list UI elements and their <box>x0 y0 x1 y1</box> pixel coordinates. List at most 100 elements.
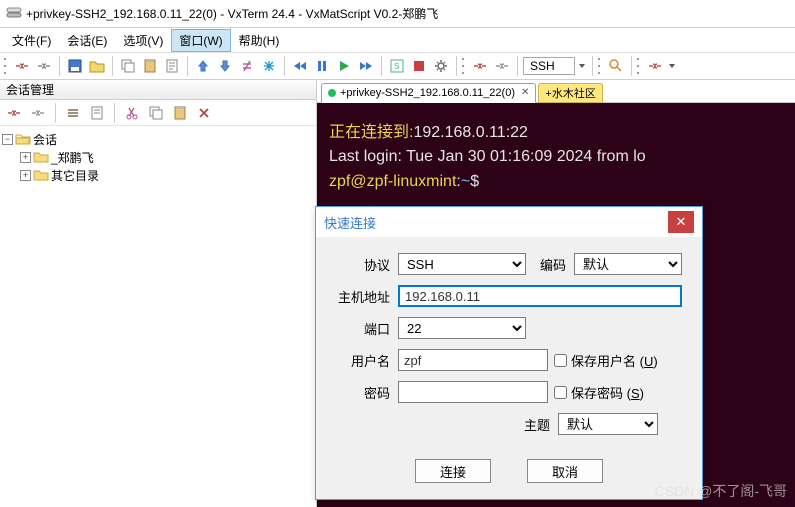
label-user: 用户名 <box>330 351 398 370</box>
copy-icon[interactable] <box>146 104 166 122</box>
menu-options[interactable]: 选项(V) <box>115 29 171 52</box>
label-host: 主机地址 <box>330 287 398 306</box>
stop-icon[interactable] <box>409 56 429 76</box>
tab-other[interactable]: +水木社区 <box>538 83 602 103</box>
port-select[interactable]: 22 <box>398 317 526 339</box>
grip-handle[interactable] <box>462 56 466 76</box>
grip-handle[interactable] <box>598 56 602 76</box>
grip-handle[interactable] <box>4 56 8 76</box>
tree-root[interactable]: − 会话 <box>2 130 314 148</box>
dropdown-arrow-icon[interactable] <box>667 61 677 71</box>
terminal-prompt-path: ~ <box>461 173 470 190</box>
play-icon[interactable] <box>334 56 354 76</box>
save-password-checkbox[interactable]: 保存密码 (S) <box>554 383 644 402</box>
status-dot-icon <box>328 89 336 97</box>
dialog-title: 快速连接 <box>324 213 376 232</box>
cancel-button[interactable]: 取消 <box>527 459 603 483</box>
protocol-label[interactable]: SSH <box>523 57 575 75</box>
paste-icon[interactable] <box>140 56 160 76</box>
menu-file[interactable]: 文件(F) <box>4 29 59 52</box>
session-tree: − 会话 + _郑鹏飞 + 其它目录 <box>0 126 316 188</box>
close-button[interactable]: ✕ <box>668 211 694 233</box>
save-icon[interactable] <box>65 56 85 76</box>
dropdown-arrow-icon[interactable] <box>577 61 587 71</box>
password-input[interactable] <box>398 381 548 403</box>
cut-icon[interactable] <box>122 104 142 122</box>
asterisk-icon[interactable] <box>259 56 279 76</box>
protocol-select[interactable]: SSH <box>398 253 526 275</box>
new-folder-icon[interactable] <box>87 56 107 76</box>
sidebar-separator <box>114 103 115 123</box>
expand-icon[interactable]: + <box>20 170 31 181</box>
theme-select[interactable]: 默认 <box>558 413 658 435</box>
save-user-checkbox[interactable]: 保存用户名 (U) <box>554 351 658 370</box>
toolbar-separator <box>59 56 60 76</box>
menubar: 文件(F) 会话(E) 选项(V) 窗口(W) 帮助(H) <box>0 28 795 52</box>
conn-grey-icon[interactable] <box>28 104 48 122</box>
link-icon[interactable] <box>645 56 665 76</box>
copy-icon[interactable] <box>118 56 138 76</box>
menu-session[interactable]: 会话(E) <box>59 29 115 52</box>
window-title: +privkey-SSH2_192.168.0.11_22(0) - VxTer… <box>26 5 438 22</box>
expand-icon[interactable]: + <box>20 152 31 163</box>
tree-item[interactable]: + 其它目录 <box>2 166 314 184</box>
paste-icon[interactable] <box>170 104 190 122</box>
terminal-last-login: Last login: Tue Jan 30 01:16:09 2024 fro… <box>329 148 646 165</box>
toolbar-separator <box>187 56 188 76</box>
tab-bar: +privkey-SSH2_192.168.0.11_22(0) ✕ +水木社区 <box>317 80 795 103</box>
dialog-body: 协议 SSH 编码 默认 主机地址 端口 22 用户名 保存用户名 (U) 密码… <box>316 237 702 449</box>
user-input[interactable] <box>398 349 548 371</box>
label-password: 密码 <box>330 383 398 402</box>
up-arrow-icon[interactable] <box>193 56 213 76</box>
toolbar: S SSH <box>0 52 795 80</box>
props-icon[interactable] <box>87 104 107 122</box>
menu-window[interactable]: 窗口(W) <box>171 29 230 52</box>
tree-item-label: _郑鹏飞 <box>51 149 94 166</box>
tree-item-label: 其它目录 <box>51 167 99 184</box>
label-protocol: 协议 <box>330 255 398 274</box>
tree-item[interactable]: + _郑鹏飞 <box>2 148 314 166</box>
tab-active[interactable]: +privkey-SSH2_192.168.0.11_22(0) ✕ <box>321 83 536 103</box>
notes-icon[interactable] <box>162 56 182 76</box>
down-arrow-icon[interactable] <box>215 56 235 76</box>
tab-label: +水木社区 <box>545 85 595 101</box>
grip-handle[interactable] <box>637 56 641 76</box>
terminal-connect-addr: 192.168.0.11:22 <box>413 124 527 141</box>
close-icon[interactable]: ✕ <box>521 87 529 98</box>
svg-text:S: S <box>394 62 399 71</box>
link-red-icon[interactable] <box>470 56 490 76</box>
search-icon[interactable] <box>606 56 626 76</box>
encoding-select[interactable]: 默认 <box>574 253 682 275</box>
toolbar-separator <box>631 56 632 76</box>
folder-icon <box>33 168 49 182</box>
forward-icon[interactable] <box>356 56 376 76</box>
link-grey-icon[interactable] <box>492 56 512 76</box>
sidebar-title: 会话管理 <box>0 80 316 100</box>
terminal-connect-prefix: 正在连接到: <box>329 124 413 141</box>
gear-icon[interactable] <box>431 56 451 76</box>
script-icon[interactable]: S <box>387 56 407 76</box>
connect-icon[interactable] <box>12 56 32 76</box>
host-input[interactable] <box>398 285 682 307</box>
collapse-icon[interactable]: − <box>2 134 13 145</box>
dialog-titlebar[interactable]: 快速连接 ✕ <box>316 207 702 237</box>
rewind-icon[interactable] <box>290 56 310 76</box>
label-theme: 主题 <box>512 415 558 434</box>
conn-red-icon[interactable] <box>4 104 24 122</box>
connect-button[interactable]: 连接 <box>415 459 491 483</box>
pause-icon[interactable] <box>312 56 332 76</box>
list-icon[interactable] <box>63 104 83 122</box>
quick-connect-dialog: 快速连接 ✕ 协议 SSH 编码 默认 主机地址 端口 22 用户名 保存用户名… <box>315 206 703 500</box>
tab-label: +privkey-SSH2_192.168.0.11_22(0) <box>340 87 515 99</box>
folder-open-icon <box>15 132 31 146</box>
terminal-prompt-user: zpf@zpf-linuxmint <box>329 173 456 190</box>
delete-icon[interactable] <box>194 104 214 122</box>
sidebar-separator <box>55 103 56 123</box>
toolbar-separator <box>112 56 113 76</box>
watermark: CSDN @不了阁-飞哥 <box>655 481 787 501</box>
menu-help[interactable]: 帮助(H) <box>231 29 288 52</box>
not-equal-icon[interactable] <box>237 56 257 76</box>
disconnect-icon[interactable] <box>34 56 54 76</box>
toolbar-separator <box>456 56 457 76</box>
label-encoding: 编码 <box>526 255 574 274</box>
